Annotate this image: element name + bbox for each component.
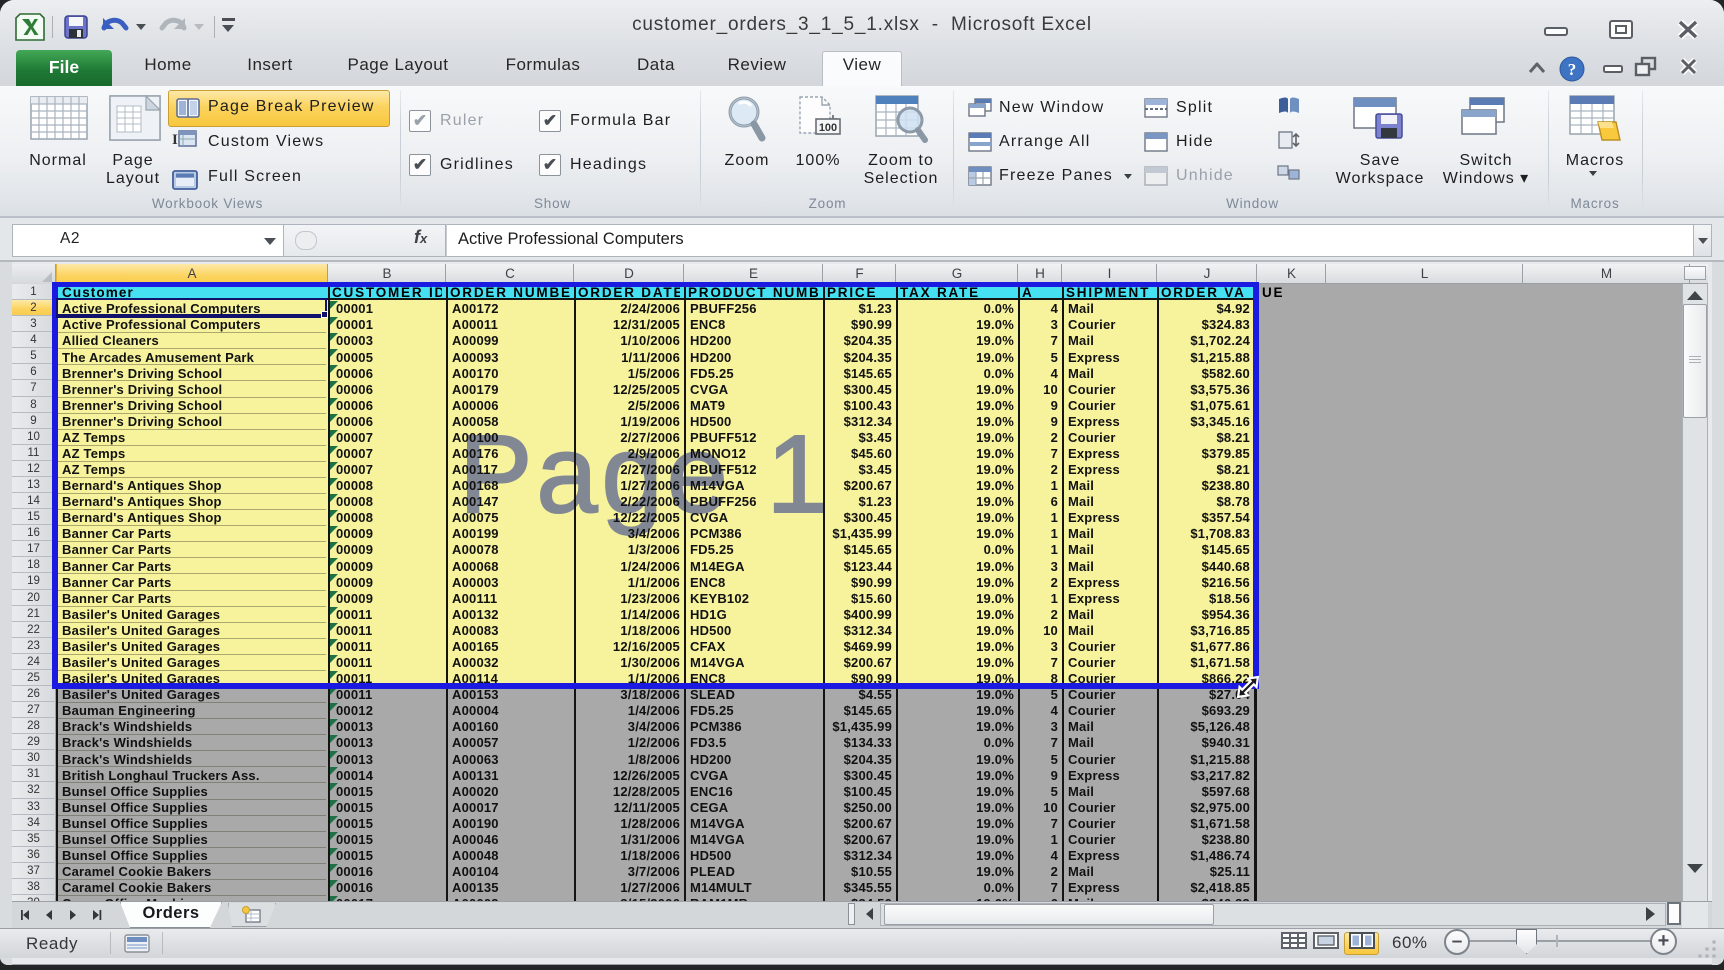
svg-text:?: ? <box>1568 60 1577 79</box>
svg-text:100: 100 <box>819 122 837 134</box>
svg-text:I: I <box>172 132 178 148</box>
